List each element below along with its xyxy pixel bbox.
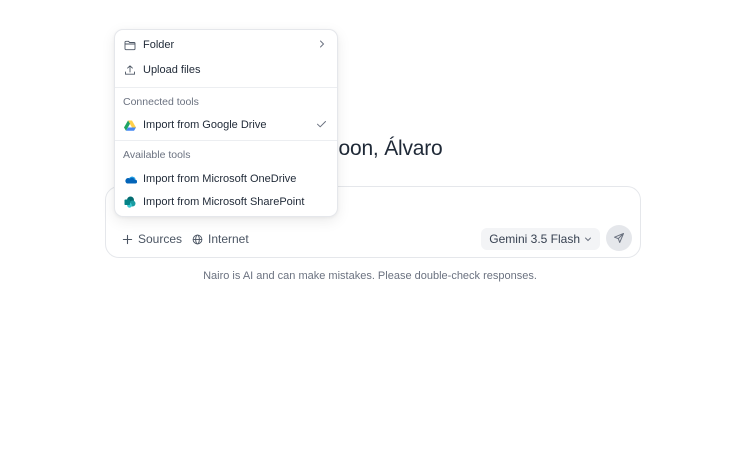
menu-item-google-drive-label: Import from Google Drive <box>143 119 267 131</box>
connected-tools-heading: Connected tools <box>123 96 199 108</box>
sources-button[interactable]: Sources <box>122 229 182 249</box>
plus-icon <box>122 234 133 244</box>
page: fternoon, Álvaro Sources Internet Gemini… <box>0 0 740 450</box>
sharepoint-icon <box>123 195 137 209</box>
folder-icon <box>123 38 137 52</box>
globe-icon <box>192 234 203 244</box>
menu-item-folder[interactable]: Folder <box>115 33 337 57</box>
available-tools-heading: Available tools <box>123 149 191 161</box>
chevron-right-icon <box>317 38 327 53</box>
internet-button[interactable]: Internet <box>192 229 249 249</box>
menu-item-google-drive[interactable]: Import from Google Drive <box>115 113 337 137</box>
model-selector[interactable]: Gemini 3.5 Flash <box>481 228 600 250</box>
sources-menu: Folder Upload files Connected tools Impo… <box>114 29 338 217</box>
menu-item-sharepoint-label: Import from Microsoft SharePoint <box>143 196 305 208</box>
menu-item-upload-files[interactable]: Upload files <box>115 58 337 82</box>
menu-item-folder-label: Folder <box>143 39 175 51</box>
menu-item-onedrive-label: Import from Microsoft OneDrive <box>143 173 297 185</box>
onedrive-icon <box>123 172 137 186</box>
internet-label: Internet <box>208 232 249 246</box>
chevron-down-icon <box>585 237 591 242</box>
check-icon <box>316 118 327 133</box>
menu-item-upload-label: Upload files <box>143 64 201 76</box>
menu-divider <box>115 140 337 141</box>
disclaimer-text: Nairo is AI and can make mistakes. Pleas… <box>203 270 537 282</box>
menu-divider <box>115 87 337 88</box>
greeting-title: fternoon, Álvaro <box>297 137 443 160</box>
google-drive-icon <box>123 118 137 132</box>
send-button[interactable] <box>606 225 632 251</box>
model-label: Gemini 3.5 Flash <box>489 232 580 246</box>
send-icon <box>614 233 624 243</box>
upload-icon <box>123 63 137 77</box>
menu-item-sharepoint[interactable]: Import from Microsoft SharePoint <box>115 190 337 214</box>
menu-item-onedrive[interactable]: Import from Microsoft OneDrive <box>115 167 337 191</box>
sources-label: Sources <box>138 232 183 246</box>
